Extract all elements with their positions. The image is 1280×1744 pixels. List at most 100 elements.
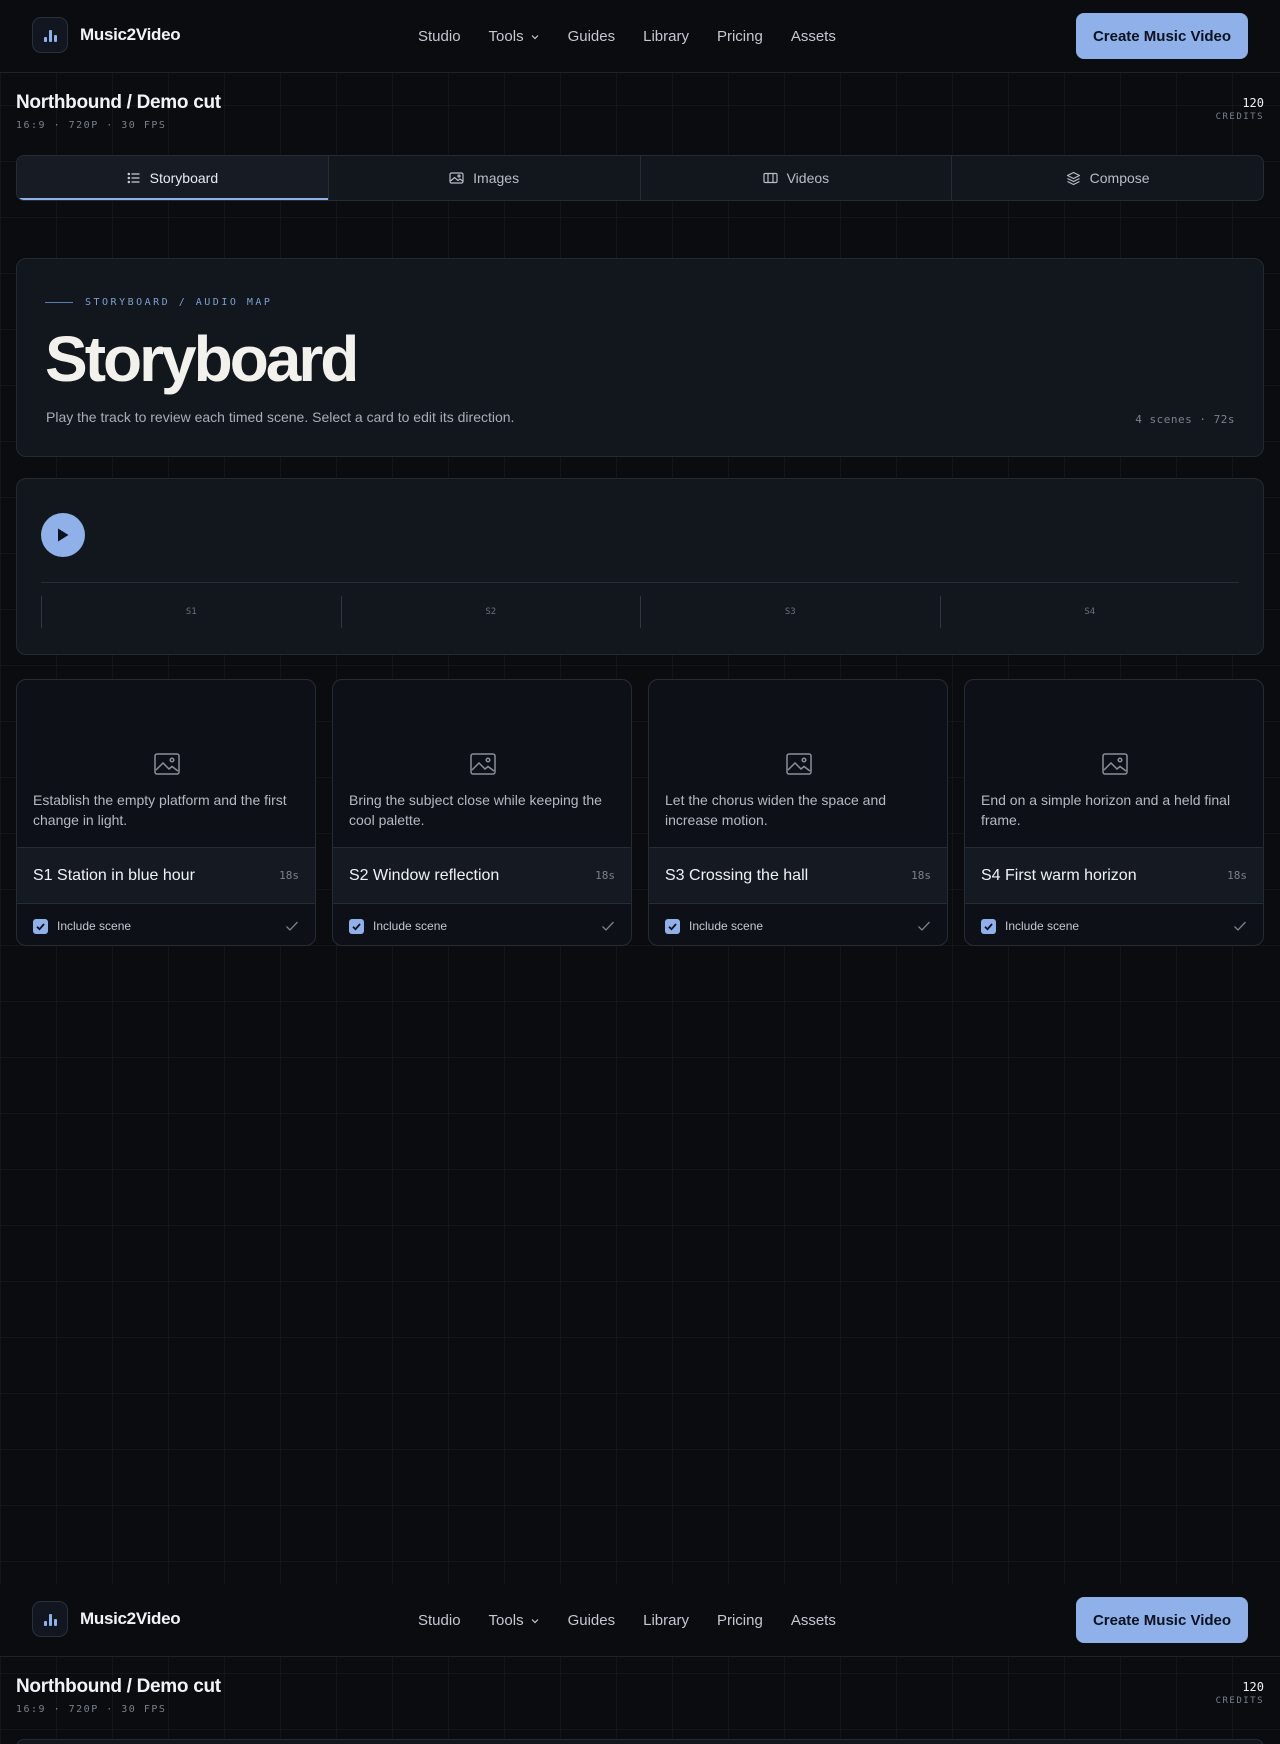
audio-timeline: S1 S2 S3 S4: [16, 478, 1264, 655]
tab-storyboard-label: Storyboard: [149, 170, 219, 186]
project-header-repeat: Northbound / Demo cut 16:9 · 720P · 30 F…: [16, 1676, 1264, 1715]
tab-compose-label: Compose: [1089, 170, 1150, 186]
include-scene-label: Include scene: [373, 919, 448, 933]
credits-label: CREDITS: [1215, 1696, 1264, 1706]
project-header: Northbound / Demo cut 16:9 · 720P · 30 F…: [16, 92, 1264, 131]
timeline-track[interactable]: [41, 582, 1239, 583]
checkmark-icon: [668, 922, 677, 931]
play-button[interactable]: [41, 513, 85, 557]
brand[interactable]: Music2Video: [32, 1601, 181, 1637]
include-scene-label: Include scene: [689, 919, 764, 933]
scene-thumbnail: Let the chorus widen the space and incre…: [649, 680, 947, 848]
include-scene-checkbox[interactable]: [349, 918, 364, 934]
eyebrow-text: STORYBOARD / AUDIO MAP: [85, 297, 273, 308]
tab-storyboard[interactable]: Storyboard: [17, 156, 329, 200]
timeline-segment-s2[interactable]: S2: [340, 596, 641, 628]
image-icon: [449, 172, 464, 184]
scene-description: End on a simple horizon and a held final…: [981, 792, 1231, 828]
nav-link-tools[interactable]: Tools: [489, 28, 540, 45]
scene-footer: Include scene: [17, 905, 315, 945]
nav-link-library[interactable]: Library: [643, 1612, 689, 1629]
workflow-tabs-repeat: [16, 1739, 1264, 1744]
timeline-segments: S1 S2 S3 S4: [41, 596, 1239, 628]
tab-images[interactable]: Images: [329, 156, 641, 200]
nav-link-guides[interactable]: Guides: [568, 28, 616, 45]
eyebrow-rule: [45, 302, 73, 303]
page-description: Play the track to review each timed scen…: [46, 409, 515, 425]
top-nav: Music2Video Studio Tools Guides Library …: [0, 0, 1280, 73]
scene-description: Establish the empty platform and the fir…: [33, 792, 287, 828]
brand-name: Music2Video: [80, 1609, 181, 1628]
include-scene-checkbox[interactable]: [665, 918, 680, 934]
nav-link-tools[interactable]: Tools: [489, 1612, 540, 1629]
scene-footer: Include scene: [965, 905, 1263, 945]
scene-thumbnail: End on a simple horizon and a held final…: [965, 680, 1263, 848]
scene-description: Let the chorus widen the space and incre…: [665, 792, 887, 828]
nav-link-assets[interactable]: Assets: [791, 28, 836, 45]
image-placeholder-icon: [154, 753, 180, 775]
tab-videos[interactable]: Videos: [641, 156, 953, 200]
nav-link-tools-label: Tools: [488, 1612, 524, 1629]
check-icon: [286, 921, 298, 931]
logo-icon: [32, 1601, 68, 1637]
scene-title: S1 Station in blue hour: [33, 866, 195, 884]
checkmark-icon: [352, 922, 361, 931]
scene-title-row: S2 Window reflection 18s: [333, 848, 631, 904]
image-placeholder-icon: [786, 753, 812, 775]
nav-link-studio[interactable]: Studio: [418, 1612, 461, 1629]
scene-title-row: S1 Station in blue hour 18s: [17, 848, 315, 904]
scene-title-row: S3 Crossing the hall 18s: [649, 848, 947, 904]
nav-link-studio[interactable]: Studio: [418, 28, 461, 45]
timeline-segment-s3[interactable]: S3: [640, 596, 940, 628]
project-meta: 16:9 · 720P · 30 FPS: [16, 120, 167, 131]
scene-card-s2[interactable]: Bring the subject close while keeping th…: [332, 679, 632, 946]
credits: 120 CREDITS: [1216, 96, 1264, 122]
scene-card-s1[interactable]: Establish the empty platform and the fir…: [16, 679, 316, 946]
scene-duration: 18s: [595, 869, 615, 882]
include-scene-label: Include scene: [1005, 919, 1080, 933]
nav-link-library[interactable]: Library: [643, 28, 689, 45]
timeline-segment-s4[interactable]: S4: [939, 596, 1240, 628]
scene-thumbnail: Establish the empty platform and the fir…: [17, 680, 315, 848]
credits: 120 CREDITS: [1216, 1680, 1264, 1706]
film-icon: [762, 172, 778, 184]
main-nav: Studio Tools Guides Library Pricing Asse…: [418, 1584, 864, 1657]
tab-compose[interactable]: Compose: [952, 156, 1263, 200]
scene-title: S3 Crossing the hall: [665, 866, 809, 884]
scene-card-s4[interactable]: End on a simple horizon and a held final…: [964, 679, 1264, 946]
scene-thumbnail: Bring the subject close while keeping th…: [333, 680, 631, 848]
brand-name: Music2Video: [80, 25, 181, 44]
brand[interactable]: Music2Video: [32, 17, 181, 53]
create-music-video-button[interactable]: Create Music Video: [1076, 1597, 1248, 1643]
timeline-segment-s1[interactable]: S1: [41, 596, 341, 628]
project-meta: 16:9 · 720P · 30 FPS: [16, 1704, 167, 1715]
credits-value: 120: [1242, 1680, 1264, 1694]
scene-stats: 4 scenes · 72s: [1135, 413, 1235, 426]
include-scene-checkbox[interactable]: [981, 918, 996, 934]
chevron-down-icon: [531, 34, 539, 39]
layers-icon: [1066, 171, 1080, 185]
scene-duration: 18s: [911, 869, 931, 882]
check-icon: [1234, 921, 1246, 931]
nav-link-pricing[interactable]: Pricing: [717, 1612, 763, 1629]
include-scene-checkbox[interactable]: [33, 918, 48, 934]
image-placeholder-icon: [1102, 753, 1128, 775]
chevron-down-icon: [531, 1618, 539, 1623]
play-icon: [58, 528, 69, 542]
scene-card-s3[interactable]: Let the chorus widen the space and incre…: [648, 679, 948, 946]
nav-link-guides[interactable]: Guides: [568, 1612, 616, 1629]
eyebrow: STORYBOARD / AUDIO MAP: [45, 297, 272, 308]
project-title: Northbound / Demo cut: [16, 92, 221, 113]
scene-title-row: S4 First warm horizon 18s: [965, 848, 1263, 904]
tab-images-label: Images: [473, 170, 520, 186]
scene-title: S2 Window reflection: [349, 866, 500, 884]
tab-videos-label: Videos: [786, 170, 830, 186]
storyboard-hero: STORYBOARD / AUDIO MAP Storyboard Play t…: [16, 258, 1264, 457]
nav-link-pricing[interactable]: Pricing: [717, 28, 763, 45]
logo-icon: [32, 17, 68, 53]
include-scene-label: Include scene: [57, 919, 132, 933]
project-title: Northbound / Demo cut: [16, 1676, 221, 1697]
create-music-video-button[interactable]: Create Music Video: [1076, 13, 1248, 59]
nav-link-assets[interactable]: Assets: [791, 1612, 836, 1629]
scene-title: S4 First warm horizon: [981, 866, 1137, 884]
